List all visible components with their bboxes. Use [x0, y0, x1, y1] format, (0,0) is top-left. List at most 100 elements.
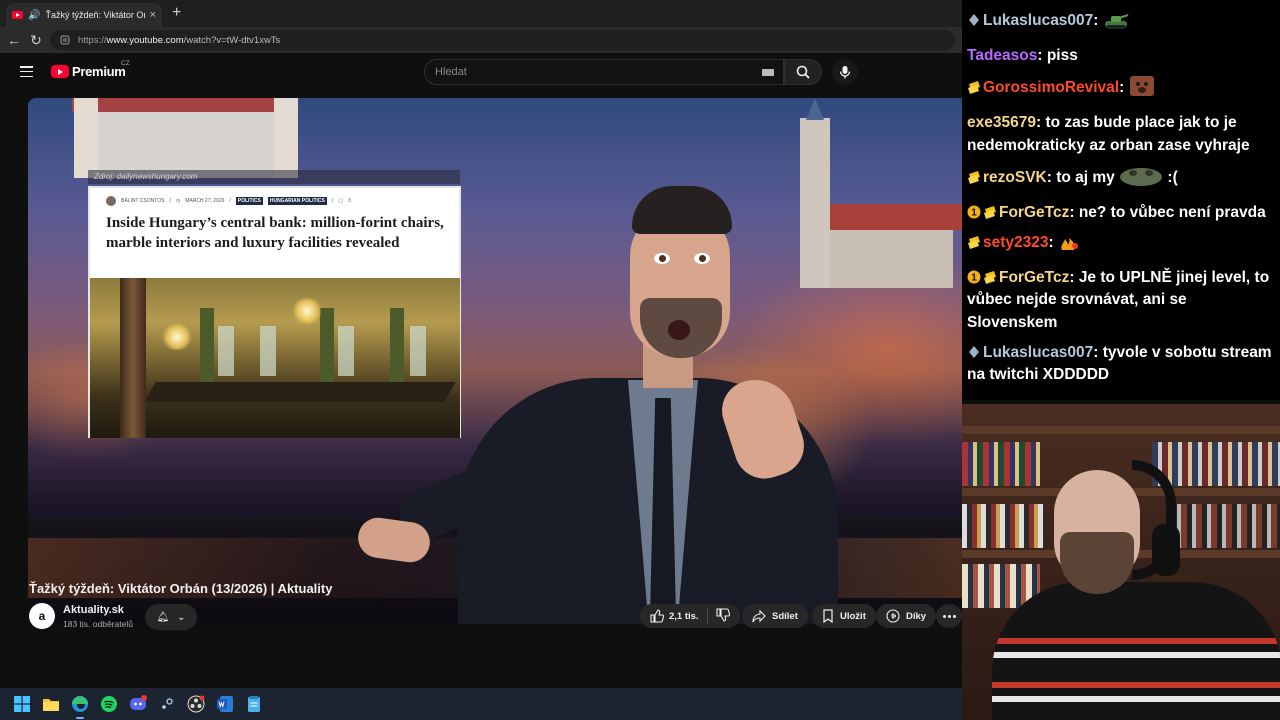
thanks-icon	[886, 609, 900, 623]
windows-start-icon[interactable]	[12, 694, 32, 714]
fire-emote	[1058, 232, 1080, 260]
tank-emote	[1103, 12, 1129, 38]
chat-message: Tadeasos: piss	[967, 47, 1078, 64]
article-meta: BÁLINT CSONTOS / ◷ MARCH 27, 2026 / POLI…	[106, 196, 351, 206]
discord-icon[interactable]	[128, 694, 148, 714]
chat-colon: :	[1093, 343, 1103, 361]
youtube-premium-logo[interactable]: Premium CZ	[51, 60, 130, 79]
address-bar-row: ← ↻ https://www.youtube.com/watch?v=tW-d…	[0, 27, 962, 53]
file-explorer-icon[interactable]	[41, 694, 61, 714]
chevron-down-icon: ⌄	[177, 611, 186, 623]
more-actions-button[interactable]	[936, 604, 962, 628]
thumbs-down-icon	[716, 607, 730, 622]
new-tab-button[interactable]: +	[172, 4, 181, 22]
like-button[interactable]: 2,1 tis.	[650, 609, 699, 623]
steam-icon[interactable]	[157, 694, 177, 714]
chandelier	[290, 298, 324, 324]
curtain	[200, 308, 214, 388]
url-field[interactable]: https://www.youtube.com/watch?v=tW-dtv1x…	[50, 30, 955, 50]
streamer-shirt	[992, 582, 1280, 720]
books	[962, 504, 1044, 548]
meta-separator: /	[229, 198, 231, 204]
like-dislike-group: 2,1 tis.	[640, 604, 740, 628]
author-avatar	[106, 196, 116, 206]
dislike-button[interactable]	[716, 607, 730, 625]
obs-icon[interactable]	[186, 694, 206, 714]
channel-avatar[interactable]: a	[29, 603, 55, 629]
search-icon	[796, 65, 810, 79]
back-arrow-icon[interactable]: ←	[3, 32, 25, 48]
keyboard-icon[interactable]	[762, 69, 774, 76]
video-title: Ťažký týždeň: Viktátor Orbán (13/2026) |…	[29, 581, 333, 596]
article-screenshot: BÁLINT CSONTOS / ◷ MARCH 27, 2026 / POLI…	[88, 186, 461, 438]
sub-badge-icon	[967, 234, 981, 249]
browser-tab[interactable]: 🔊 Ťažký týždeň: Viktátor Orbán | ×	[6, 3, 162, 27]
subscriber-count: 183 tis. odběratelů	[63, 619, 133, 629]
bits-icon	[967, 344, 981, 358]
notepad-icon[interactable]	[244, 694, 264, 714]
castle-tower	[74, 98, 98, 178]
chat-message: 1 ForGeTcz: Je to UPLNĚ jinej level, to v…	[967, 268, 1270, 331]
chandelier	[160, 324, 194, 350]
shirt-stripe	[992, 682, 1280, 688]
windows-taskbar	[0, 688, 962, 720]
window	[260, 326, 276, 376]
clock-icon: ◷	[175, 198, 181, 204]
chat-message: sety2323:	[967, 232, 1276, 260]
tab-close-icon[interactable]: ×	[150, 9, 156, 21]
presenter-eye	[694, 253, 710, 264]
bits-icon	[967, 12, 981, 26]
notification-bell-button[interactable]: 🔔︎ ⌄	[145, 604, 197, 630]
window	[410, 326, 426, 376]
chat-message: Lukaslucas007: tyvole v sobotu stream na…	[967, 343, 1272, 384]
chat-colon: :	[1119, 79, 1129, 96]
chat-colon: :	[1093, 12, 1103, 29]
webcam-feed	[962, 404, 1280, 720]
face-emote	[1129, 75, 1155, 105]
url-text: https://www.youtube.com/watch?v=tW-dtv1x…	[78, 34, 281, 46]
browser-tab-strip: 🔊 Ťažký týždeň: Viktátor Orbán | × +	[0, 0, 962, 27]
menu-icon[interactable]	[20, 66, 33, 78]
sub-badge-icon	[983, 269, 997, 284]
bell-icon: 🔔︎	[156, 611, 170, 623]
article-headline: Inside Hungary’s central bank: million-f…	[106, 215, 444, 251]
comment-icon: ▢	[338, 198, 343, 204]
speaker-icon[interactable]: 🔊	[28, 10, 40, 21]
presenter-eye	[654, 253, 670, 264]
video-player[interactable]: Zdroj: dailynewshungary.com BÁLINT CSONT…	[28, 98, 962, 624]
channel-name[interactable]: Aktuality.sk	[63, 604, 124, 616]
bookshelf	[962, 426, 1280, 434]
chat-colon: :	[1069, 268, 1079, 286]
word-icon[interactable]	[215, 694, 235, 714]
search-button[interactable]	[784, 59, 822, 85]
reload-icon[interactable]: ↻	[25, 32, 47, 49]
curtain	[390, 308, 404, 388]
youtube-favicon-icon	[12, 11, 23, 19]
thanks-button[interactable]: Díky	[876, 604, 937, 628]
chat-message: rezoSVK: to aj my :(	[967, 165, 1276, 195]
dot	[952, 614, 956, 618]
site-info-icon[interactable]	[60, 35, 70, 45]
share-icon	[752, 609, 766, 623]
spotify-icon[interactable]	[99, 694, 119, 714]
source-caption: Zdroj: dailynewshungary.com	[88, 170, 460, 184]
sub-badge-icon	[967, 79, 981, 94]
svg-text:1: 1	[971, 272, 977, 283]
number-one-icon: 1	[967, 269, 981, 283]
youtube-header: Premium CZ Hledat	[0, 53, 962, 91]
presenter-mouth	[668, 320, 690, 340]
thumbs-up-icon	[650, 609, 664, 623]
cathedral-spire	[800, 98, 830, 288]
books	[1152, 442, 1280, 486]
search-input[interactable]: Hledat	[424, 59, 784, 85]
chat-colon: :	[1048, 233, 1058, 251]
chat-message: exe35679: to zas bude place jak to je ne…	[967, 114, 1250, 154]
presenter-hair	[632, 186, 732, 234]
save-button[interactable]: Uložit	[812, 604, 876, 628]
voice-search-button[interactable]	[832, 59, 858, 85]
meta-separator: /	[331, 198, 334, 204]
share-button[interactable]: Sdílet	[742, 604, 808, 628]
edge-browser-icon[interactable]	[70, 694, 90, 719]
marble-pillar	[120, 278, 146, 438]
microphone-icon	[839, 66, 851, 79]
